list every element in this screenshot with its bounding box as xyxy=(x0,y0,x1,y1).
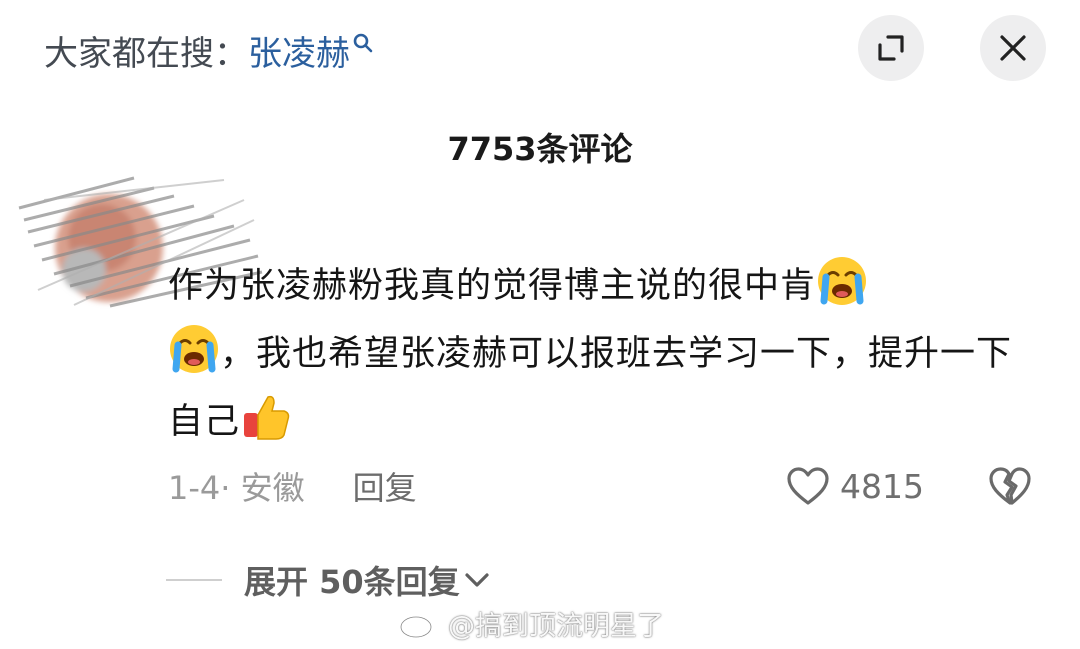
heart-outline-icon xyxy=(787,467,829,505)
comment-date-location: 1-4· 安徽 xyxy=(168,469,305,507)
crying-face-emoji xyxy=(818,257,867,305)
comment-text-part2: ，我也希望张凌赫可以报班去学习一下，提升一下自己 xyxy=(168,334,1013,442)
reply-button[interactable]: 回复 xyxy=(353,463,417,509)
expand-replies-button[interactable]: 展开 50条回复 xyxy=(166,554,490,606)
watermark-text: @搞到顶流明星了 xyxy=(448,610,664,642)
expand-replies-label: 展开 50条回复 xyxy=(244,563,460,601)
expand-button[interactable] xyxy=(858,15,924,81)
like-button[interactable]: 4815 xyxy=(786,462,924,510)
close-icon xyxy=(1000,35,1026,61)
chevron-down-icon xyxy=(465,573,489,587)
crying-face-emoji xyxy=(170,325,218,373)
close-button[interactable] xyxy=(980,15,1046,81)
weibo-logo xyxy=(399,610,439,639)
divider-line xyxy=(166,579,222,581)
watermark: @搞到顶流明星了 xyxy=(398,600,664,646)
search-suggestion[interactable]: 大家都在搜： 张凌赫 xyxy=(44,24,374,76)
search-icon xyxy=(353,33,373,53)
broken-heart-icon xyxy=(989,467,1031,505)
thumbs-up-emoji xyxy=(244,395,290,440)
like-count: 4815 xyxy=(840,466,924,506)
comment-body: 作为张凌赫粉我真的觉得博主说的很中肯 ，我也希望张凌赫可以报班去学习一下，提升一… xyxy=(168,252,1018,456)
search-suggestion-prefix: 大家都在搜： xyxy=(44,33,248,74)
dislike-button[interactable] xyxy=(986,462,1034,510)
search-suggestion-keyword[interactable]: 张凌赫 xyxy=(248,26,350,75)
comment-meta: 1-4· 安徽 回复 xyxy=(168,462,417,510)
expand-icon xyxy=(878,35,904,61)
comment-text-part1: 作为张凌赫粉我真的觉得博主说的很中肯 xyxy=(168,266,817,306)
